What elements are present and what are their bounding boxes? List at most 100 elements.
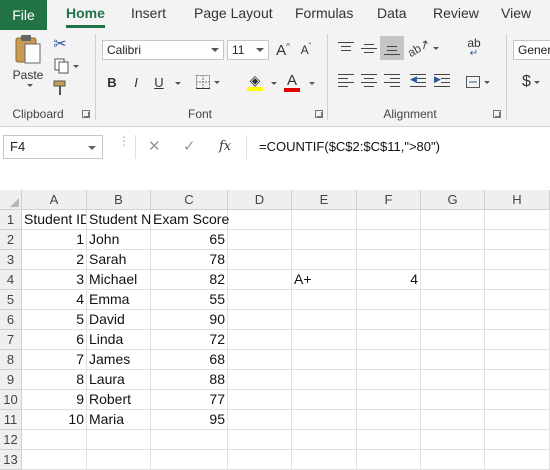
tab-review[interactable]: Review: [433, 0, 479, 30]
borders-button[interactable]: [192, 72, 222, 92]
cell-e8[interactable]: [292, 350, 357, 370]
increase-font-size-button[interactable]: A ^: [273, 40, 293, 60]
top-align-icon[interactable]: [338, 42, 354, 56]
cell-a11[interactable]: 10: [22, 410, 87, 430]
decrease-font-size-button[interactable]: Aˇ: [296, 40, 316, 60]
column-header-d[interactable]: D: [228, 190, 292, 210]
cell-b10[interactable]: Robert: [87, 390, 151, 410]
row-header-7[interactable]: 7: [0, 330, 22, 350]
column-header-h[interactable]: H: [485, 190, 550, 210]
format-painter-button[interactable]: [50, 78, 70, 98]
accounting-format-button[interactable]: $: [516, 72, 546, 92]
cell-a3[interactable]: 2: [22, 250, 87, 270]
cell-b6[interactable]: David: [87, 310, 151, 330]
cell-b9[interactable]: Laura: [87, 370, 151, 390]
cell-h13[interactable]: [485, 450, 550, 470]
tab-formulas[interactable]: Formulas: [295, 0, 353, 30]
cell-a10[interactable]: 9: [22, 390, 87, 410]
cell-e2[interactable]: [292, 230, 357, 250]
cell-f7[interactable]: [357, 330, 421, 350]
cell-h9[interactable]: [485, 370, 550, 390]
cell-d5[interactable]: [228, 290, 292, 310]
cell-f4[interactable]: 4: [357, 270, 421, 290]
row-header-6[interactable]: 6: [0, 310, 22, 330]
cell-c2[interactable]: 65: [151, 230, 228, 250]
cell-d6[interactable]: [228, 310, 292, 330]
copy-button[interactable]: [50, 56, 82, 76]
cell-h4[interactable]: [485, 270, 550, 290]
cell-d3[interactable]: [228, 250, 292, 270]
middle-align-icon[interactable]: [361, 42, 377, 56]
alignment-dialog-launcher-icon[interactable]: [493, 110, 501, 118]
cell-c12[interactable]: [151, 430, 228, 450]
cell-c5[interactable]: 55: [151, 290, 228, 310]
cell-c4[interactable]: 82: [151, 270, 228, 290]
cell-h8[interactable]: [485, 350, 550, 370]
column-header-g[interactable]: G: [421, 190, 485, 210]
cell-f9[interactable]: [357, 370, 421, 390]
bottom-align-button[interactable]: [380, 36, 404, 60]
row-header-13[interactable]: 13: [0, 450, 22, 470]
cell-f11[interactable]: [357, 410, 421, 430]
cell-c8[interactable]: 68: [151, 350, 228, 370]
cell-e4[interactable]: A+: [292, 270, 357, 290]
cell-g6[interactable]: [421, 310, 485, 330]
column-header-f[interactable]: F: [357, 190, 421, 210]
cell-h5[interactable]: [485, 290, 550, 310]
row-header-10[interactable]: 10: [0, 390, 22, 410]
row-header-2[interactable]: 2: [0, 230, 22, 250]
cell-b7[interactable]: Linda: [87, 330, 151, 350]
cell-e6[interactable]: [292, 310, 357, 330]
name-box[interactable]: F4: [3, 135, 103, 159]
cell-c11[interactable]: 95: [151, 410, 228, 430]
bold-button[interactable]: B: [103, 72, 121, 92]
paste-button[interactable]: Paste: [10, 34, 46, 94]
row-header-11[interactable]: 11: [0, 410, 22, 430]
cell-d4[interactable]: [228, 270, 292, 290]
fill-color-button[interactable]: ◈: [240, 70, 270, 94]
cell-d11[interactable]: [228, 410, 292, 430]
cell-g12[interactable]: [421, 430, 485, 450]
cell-g4[interactable]: [421, 270, 485, 290]
cell-g3[interactable]: [421, 250, 485, 270]
font-dialog-launcher-icon[interactable]: [315, 110, 323, 118]
cell-d9[interactable]: [228, 370, 292, 390]
cell-g8[interactable]: [421, 350, 485, 370]
cell-h12[interactable]: [485, 430, 550, 450]
cell-e12[interactable]: [292, 430, 357, 450]
cell-d7[interactable]: [228, 330, 292, 350]
cell-b4[interactable]: Michael: [87, 270, 151, 290]
cell-d2[interactable]: [228, 230, 292, 250]
cell-a4[interactable]: 3: [22, 270, 87, 290]
align-center-icon[interactable]: [361, 74, 377, 88]
cell-d8[interactable]: [228, 350, 292, 370]
cell-g10[interactable]: [421, 390, 485, 410]
font-size-dropdown[interactable]: 11: [227, 40, 269, 60]
cell-h10[interactable]: [485, 390, 550, 410]
cell-f13[interactable]: [357, 450, 421, 470]
cell-a1[interactable]: Student ID: [22, 210, 87, 230]
cell-g2[interactable]: [421, 230, 485, 250]
decrease-indent-icon[interactable]: ◀: [410, 74, 426, 88]
cell-e10[interactable]: [292, 390, 357, 410]
cell-e7[interactable]: [292, 330, 357, 350]
cell-h1[interactable]: [485, 210, 550, 230]
merge-center-button[interactable]: [462, 72, 492, 92]
tab-page-layout[interactable]: Page Layout: [194, 0, 273, 30]
cell-h7[interactable]: [485, 330, 550, 350]
tab-view[interactable]: View: [501, 0, 531, 30]
row-header-5[interactable]: 5: [0, 290, 22, 310]
cell-g11[interactable]: [421, 410, 485, 430]
cell-e3[interactable]: [292, 250, 357, 270]
italic-button[interactable]: I: [127, 72, 145, 92]
increase-indent-icon[interactable]: ▶: [434, 74, 450, 88]
clipboard-dialog-launcher-icon[interactable]: [82, 110, 90, 118]
cell-b11[interactable]: Maria: [87, 410, 151, 430]
cell-c1[interactable]: Exam Score: [151, 210, 229, 230]
cell-c10[interactable]: 77: [151, 390, 228, 410]
cell-b1[interactable]: Student Name: [87, 210, 151, 230]
cell-a6[interactable]: 5: [22, 310, 87, 330]
cell-d1[interactable]: [228, 210, 292, 230]
cell-c9[interactable]: 88: [151, 370, 228, 390]
cell-a2[interactable]: 1: [22, 230, 87, 250]
